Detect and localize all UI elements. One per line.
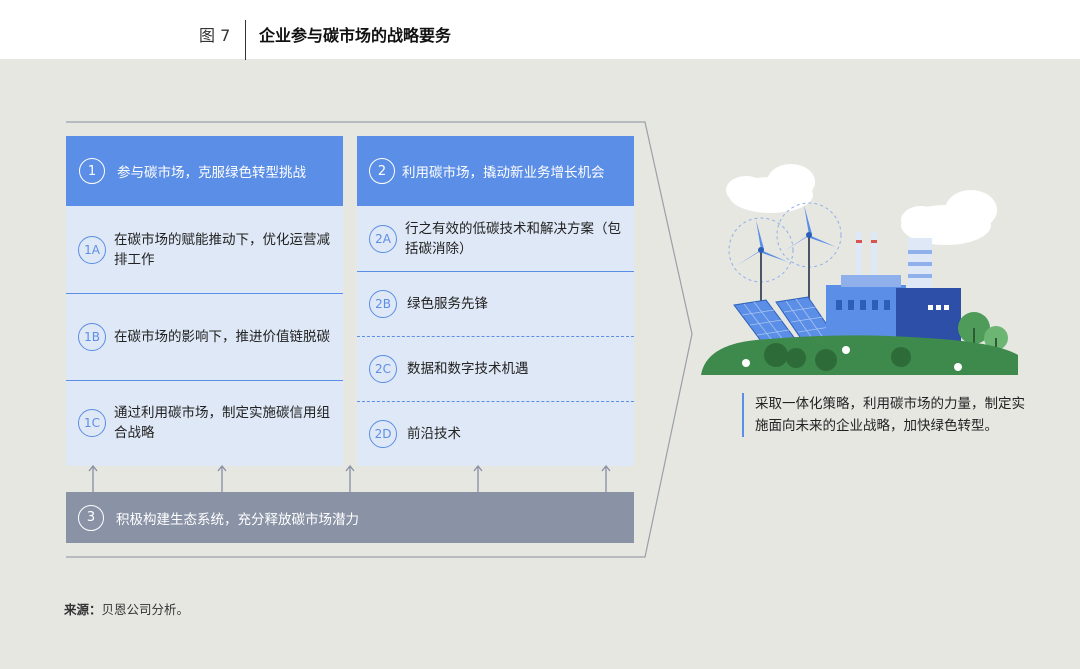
foundation-bar: 3 积极构建生态系统，充分释放碳市场潜力	[66, 492, 634, 543]
source-label: 来源：	[64, 602, 102, 617]
foundation-number: 3	[78, 504, 104, 531]
source-text: 贝恩公司分析。	[101, 602, 190, 617]
factory-icon	[826, 232, 961, 346]
summary-text: 采取一体化策略，利用碳市场的力量，制定实施面向未来的企业战略，加快绿色转型。	[742, 393, 1032, 437]
foundation-text: 积极构建生态系统，充分释放碳市场潜力	[116, 511, 359, 528]
source-note: 来源：贝恩公司分析。	[64, 599, 189, 618]
green-industry-illustration	[701, 164, 1018, 375]
